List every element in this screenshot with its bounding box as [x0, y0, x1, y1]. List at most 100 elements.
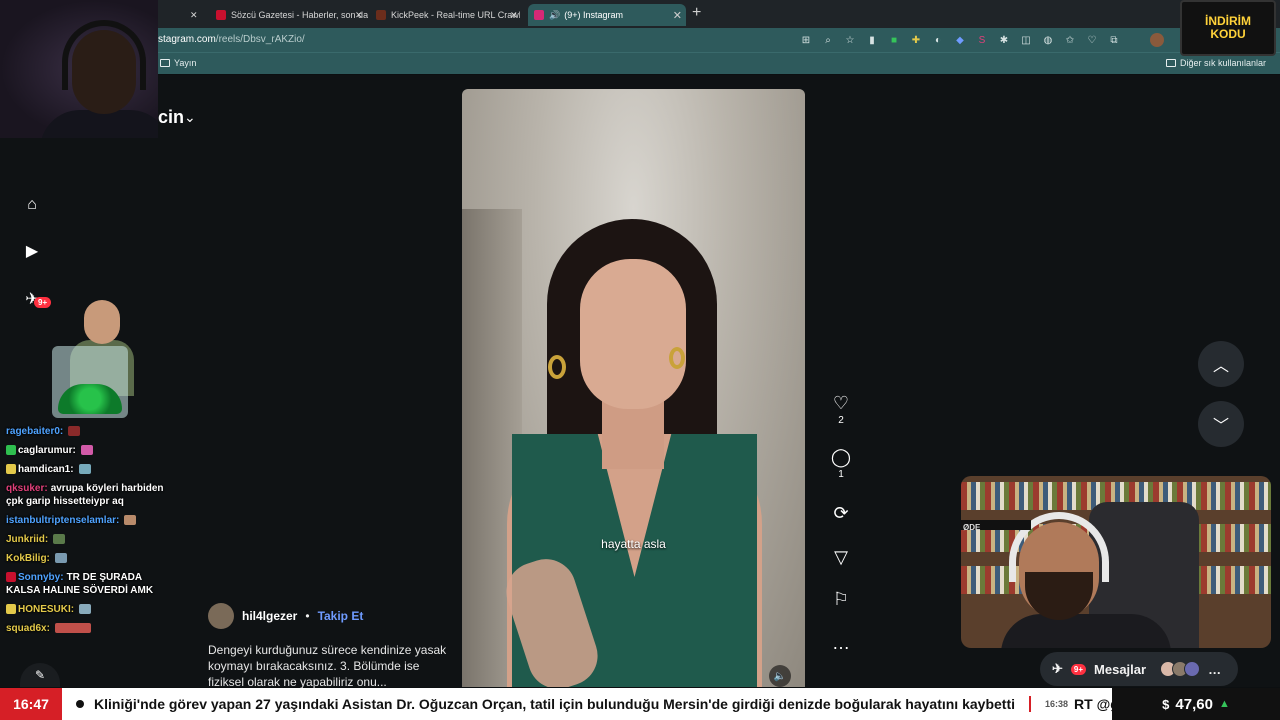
author-username[interactable]: hil4lgezer [242, 609, 297, 623]
reel-description[interactable]: Dengeyi kurduğunuz sürece kendinize yasa… [208, 642, 448, 690]
heart-icon: ♡ [832, 393, 850, 413]
comment-button[interactable]: ◯ 1 [828, 447, 854, 480]
favorites-icon[interactable]: ✩ [1062, 32, 1078, 48]
extension-icon[interactable]: ▮ [864, 32, 880, 48]
tab-instagram[interactable]: 🔊 (9+) Instagram ✕ [528, 4, 686, 26]
sticker-person-head [84, 300, 120, 344]
save-button[interactable]: ⚐ [828, 589, 854, 609]
headphones [62, 20, 146, 90]
extension-icon[interactable]: ✚ [908, 32, 924, 48]
ticker-separator [1029, 696, 1031, 712]
home-icon[interactable]: ⌂ [20, 193, 44, 217]
sub-badge-icon [6, 604, 16, 615]
reel-author: hil4lgezer • Takip Et [208, 603, 363, 629]
tab-close-icon[interactable]: ✕ [673, 9, 682, 22]
currency-symbol: $ [1162, 696, 1170, 712]
promo-line2: KODU [1210, 27, 1246, 41]
url-path: /reels/Dbsv_rAKZio/ [215, 34, 305, 45]
tab-close-icon[interactable]: ✕ [510, 4, 526, 26]
kickpeek-favicon-icon [376, 10, 386, 20]
bookmark-yayin[interactable]: Yayın [160, 58, 196, 68]
messages-badge: 9+ [1070, 663, 1087, 675]
more-icon: … [1208, 661, 1222, 677]
new-tab-icon[interactable]: + [692, 4, 701, 22]
url-field[interactable]: stagram.com/reels/Dbsv_rAKZio/ [158, 34, 305, 45]
emote-icon [54, 553, 67, 564]
screenshot-icon[interactable]: ⧉ [1106, 32, 1122, 48]
messages-button[interactable]: ✈ 9+ Mesajlar … [1040, 652, 1238, 686]
live-dot-icon [76, 700, 84, 708]
bookmark-label: Diğer sık kullanılanlar [1179, 58, 1266, 68]
earring [548, 355, 566, 379]
streamer-shirt [40, 110, 158, 138]
emote-icon [53, 534, 66, 545]
profile-avatar[interactable] [1150, 33, 1164, 47]
comment-count: 1 [838, 469, 844, 480]
send-icon: ▽ [834, 547, 848, 567]
chat-username: qksuker: [6, 483, 48, 494]
folder-icon [1165, 59, 1176, 67]
jar-sticker-overlay [30, 300, 150, 420]
like-button[interactable]: ♡ 2 [828, 393, 854, 426]
address-bar: stagram.com/reels/Dbsv_rAKZio/ ⊞ ⌕ ☆ ▮ ■… [0, 28, 1280, 52]
stream-chat: ragebaiter0: caglarumur: hamdican1: qksu… [6, 425, 176, 641]
url-host: stagram.com [158, 34, 216, 45]
page-title[interactable]: cin [158, 107, 184, 128]
zoom-icon[interactable]: ⌕ [820, 32, 836, 48]
extension-icon[interactable]: ◐ [930, 32, 946, 48]
extension-icon[interactable]: ◆ [952, 32, 968, 48]
tab-title: Sözcü Gazetesi - Haberler, son da [231, 10, 368, 20]
repost-button[interactable]: ⟳ [828, 503, 854, 523]
chevron-down-icon[interactable]: ⌄ [184, 109, 196, 126]
chat-username: ragebaiter0: [6, 426, 64, 437]
bookmark-icon: ⚐ [832, 589, 850, 609]
emote-icon [78, 464, 91, 475]
extension-icon[interactable]: ◍ [1040, 32, 1056, 48]
chat-username: Junkriid: [6, 534, 49, 545]
bookmark-star-icon[interactable]: ☆ [842, 32, 858, 48]
message-avatars [1160, 661, 1201, 677]
browser-tab-bar: Sözcü Gazetesi - Haberler, son da ✕ Kick… [0, 0, 1280, 28]
more-options-button[interactable]: … [828, 633, 854, 653]
tab-close-icon[interactable]: ✕ [355, 4, 371, 26]
split-view-icon[interactable]: ◫ [1018, 32, 1034, 48]
reel-video[interactable]: hayatta asla 🔈 [462, 89, 805, 687]
currency-rate: $ 47,60 ▲ [1112, 688, 1280, 720]
share-button[interactable]: ▽ [828, 547, 854, 567]
collections-icon[interactable]: ♡ [1084, 32, 1100, 48]
sub-badge-icon [6, 464, 16, 475]
guest-webcam-overlay: ØDE [961, 476, 1271, 648]
earring [669, 347, 685, 369]
next-reel-button[interactable]: ﹀ [1198, 401, 1244, 447]
chat-username: HONESUKI: [18, 604, 75, 615]
like-count: 2 [838, 415, 844, 426]
extensions-puzzle-icon[interactable]: ✱ [996, 32, 1012, 48]
chat-message: qksuker: avrupa köyleri harbiden çpk gari… [6, 482, 176, 508]
sozcu-favicon-icon [216, 10, 226, 20]
follow-button[interactable]: Takip Et [318, 609, 364, 623]
chat-message: HONESUKI: [6, 603, 176, 616]
avatar[interactable] [208, 603, 234, 629]
volume-icon[interactable]: 🔈 [769, 665, 791, 687]
reels-icon[interactable]: ▶ [20, 239, 44, 263]
install-app-icon[interactable]: ⊞ [798, 32, 814, 48]
mic-label: ØDE [963, 523, 981, 532]
extension-icon[interactable]: S [974, 32, 990, 48]
extension-icon[interactable]: ■ [886, 32, 902, 48]
tab-kickpeek[interactable]: KickPeek - Real-time URL Crawler [370, 4, 520, 26]
previous-reel-button[interactable]: ︿ [1198, 341, 1244, 387]
screen: Sözcü Gazetesi - Haberler, son da ✕ Kick… [0, 0, 1280, 720]
bookmarks-bar: Yayın Diğer sık kullanılanlar [0, 52, 1280, 74]
bookmark-other-folder[interactable]: Diğer sık kullanılanlar [1165, 58, 1266, 68]
tab-sozcu[interactable]: Sözcü Gazetesi - Haberler, son da [210, 4, 368, 26]
send-icon: ✈ [1052, 661, 1063, 676]
tab-title: KickPeek - Real-time URL Crawler [391, 10, 520, 20]
messages-label: Mesajlar [1094, 661, 1147, 677]
chat-message: squad6x: [6, 622, 176, 635]
chat-message: ragebaiter0: [6, 425, 176, 438]
tab-close-icon[interactable]: ✕ [190, 4, 208, 26]
chat-message: istanbultriptenselamlar: [6, 514, 176, 527]
page-icon [160, 59, 170, 67]
comment-icon: ◯ [830, 447, 852, 467]
woman-face [580, 259, 686, 409]
